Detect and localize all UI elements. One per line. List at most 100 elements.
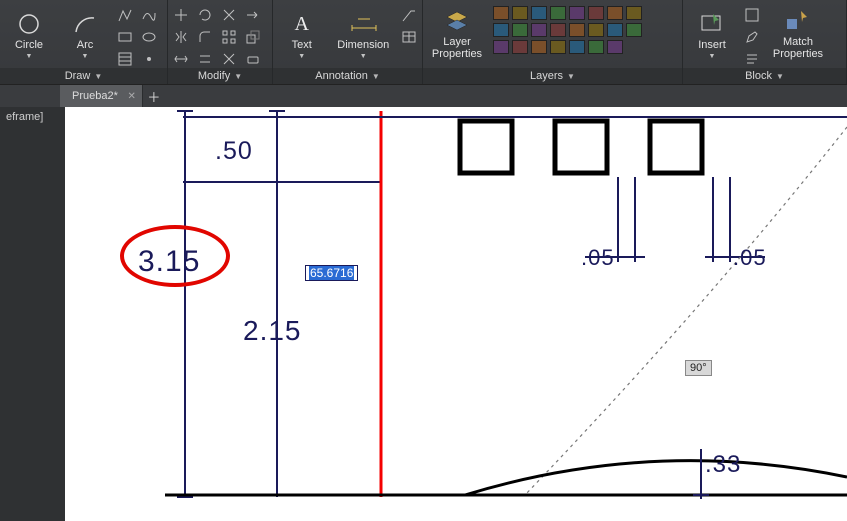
drawing-tab-bar: Prueba2* ✕ ＋: [0, 85, 847, 107]
arc-label: Arc: [77, 39, 94, 51]
layer-swatch: [531, 40, 547, 54]
chevron-down-icon: ▼: [234, 72, 242, 81]
explode-icon[interactable]: [220, 50, 238, 68]
dimension-icon: [349, 11, 377, 37]
layer-swatch: [607, 23, 623, 37]
panel-title-draw[interactable]: Draw ▼: [0, 68, 167, 84]
text-icon: A: [288, 11, 316, 37]
polyline-icon[interactable]: [116, 6, 134, 24]
layer-properties-label: Layer Properties: [432, 36, 482, 60]
chevron-down-icon: ▼: [94, 72, 102, 81]
panel-title-label: Annotation: [315, 70, 368, 82]
create-block-icon[interactable]: [743, 6, 761, 24]
close-tab-icon[interactable]: ✕: [127, 91, 135, 102]
dynamic-distance-value: 65.6716: [309, 266, 354, 280]
dim-text-215: 2.15: [243, 315, 302, 347]
drawing-tab-label: Prueba2*: [72, 90, 118, 102]
offset-icon[interactable]: [196, 50, 214, 68]
text-button[interactable]: A Text ▼: [277, 2, 327, 60]
panel-modify: Modify ▼: [168, 0, 273, 84]
layer-swatch: [512, 23, 528, 37]
dim-text-005a: .05: [581, 245, 615, 271]
edit-attributes-icon[interactable]: [743, 50, 761, 68]
rectangle-icon[interactable]: [116, 28, 134, 46]
layer-swatch: [493, 23, 509, 37]
panel-layers: Layer Properties: [423, 0, 683, 84]
panel-title-label: Block: [745, 70, 772, 82]
block-tools: [743, 6, 761, 68]
chevron-down-icon: ▼: [776, 72, 784, 81]
hatch-icon[interactable]: [116, 50, 134, 68]
dim-text-033: .33: [705, 451, 741, 479]
layer-swatch: [607, 40, 623, 54]
trim-icon[interactable]: [220, 6, 238, 24]
panel-annotation: A Text ▼ Dimension ▼ Annotation ▼: [273, 0, 423, 84]
edit-block-icon[interactable]: [743, 28, 761, 46]
layer-swatch: [626, 6, 642, 20]
dropdown-arrow-icon: ▼: [82, 53, 89, 60]
erase-icon[interactable]: [244, 50, 262, 68]
panel-title-annotation[interactable]: Annotation ▼: [273, 68, 422, 84]
match-properties-button[interactable]: Match Properties: [767, 2, 829, 60]
table-icon[interactable]: [400, 28, 418, 46]
layer-swatch: [626, 23, 642, 37]
insert-icon: [698, 11, 726, 37]
dynamic-angle-value: 90°: [690, 362, 707, 374]
ellipse-icon[interactable]: [140, 28, 158, 46]
scale-icon[interactable]: [244, 28, 262, 46]
panel-title-label: Layers: [530, 70, 563, 82]
text-label: Text: [292, 39, 312, 51]
modify-tools-grid: [172, 6, 262, 68]
leader-icon[interactable]: [400, 6, 418, 24]
drawing-layer: .50 3.15 2.15 .05 .05 .33 65.6716 90°: [65, 107, 847, 521]
workspace: eframe]: [0, 107, 847, 521]
spline-icon[interactable]: [140, 6, 158, 24]
layer-state-row[interactable]: [493, 6, 642, 20]
layer-swatch: [607, 6, 623, 20]
draw-tools-grid: [116, 6, 158, 68]
dropdown-arrow-icon: ▼: [298, 53, 305, 60]
circle-button[interactable]: Circle ▼: [4, 2, 54, 60]
ribbon: Circle ▼ Arc ▼ Draw ▼: [0, 0, 847, 85]
arc-icon: [71, 11, 99, 37]
extend-icon[interactable]: [244, 6, 262, 24]
layer-swatch: [550, 40, 566, 54]
layer-swatch: [569, 40, 585, 54]
drawing-canvas[interactable]: .50 3.15 2.15 .05 .05 .33 65.6716 90°: [65, 107, 847, 521]
annotation-ellipse: [120, 225, 230, 287]
layer-properties-button[interactable]: Layer Properties: [427, 2, 487, 60]
layers-icon: [443, 8, 471, 34]
panel-title-layers[interactable]: Layers ▼: [423, 68, 682, 84]
panel-title-modify[interactable]: Modify ▼: [168, 68, 272, 84]
point-icon[interactable]: [140, 50, 158, 68]
chevron-down-icon: ▼: [567, 72, 575, 81]
stretch-icon[interactable]: [172, 50, 190, 68]
dropdown-arrow-icon: ▼: [360, 53, 367, 60]
circle-icon: [15, 11, 43, 37]
panel-title-label: Modify: [198, 70, 230, 82]
dimension-button[interactable]: Dimension ▼: [333, 2, 394, 60]
dropdown-arrow-icon: ▼: [26, 53, 33, 60]
insert-button[interactable]: Insert ▼: [687, 2, 737, 60]
layer-swatch: [512, 40, 528, 54]
fillet-icon[interactable]: [196, 28, 214, 46]
chevron-down-icon: ▼: [372, 72, 380, 81]
panel-title-block[interactable]: Block ▼: [683, 68, 846, 84]
layer-state-row[interactable]: [493, 40, 642, 54]
drawing-tab[interactable]: Prueba2* ✕: [60, 85, 143, 107]
rotate-icon[interactable]: [196, 6, 214, 24]
dropdown-arrow-icon: ▼: [709, 53, 716, 60]
layer-swatch: [588, 6, 604, 20]
move-icon[interactable]: [172, 6, 190, 24]
layer-state-row[interactable]: [493, 23, 642, 37]
layer-state-grid: [493, 6, 642, 54]
layer-swatch: [550, 6, 566, 20]
array-icon[interactable]: [220, 28, 238, 46]
arc-button[interactable]: Arc ▼: [60, 2, 110, 60]
panel-draw: Circle ▼ Arc ▼ Draw ▼: [0, 0, 168, 84]
mirror-icon[interactable]: [172, 28, 190, 46]
layer-swatch: [588, 23, 604, 37]
new-tab-button[interactable]: ＋: [143, 85, 165, 107]
dynamic-distance-input[interactable]: 65.6716: [305, 265, 358, 281]
layer-swatch: [569, 23, 585, 37]
